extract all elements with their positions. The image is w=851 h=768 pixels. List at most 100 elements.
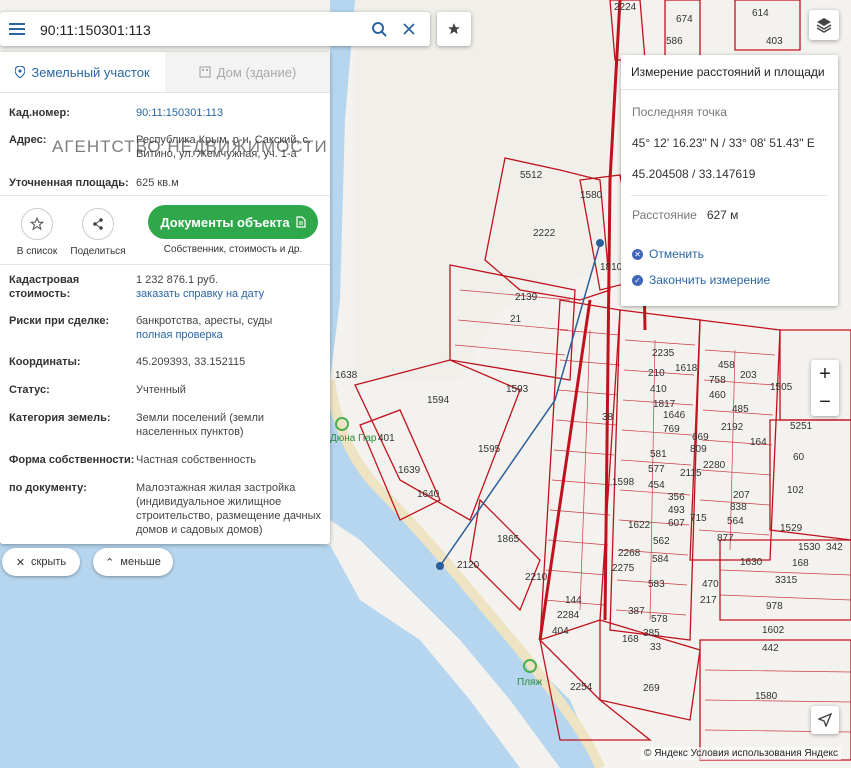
ownership-value: Частная собственность (136, 454, 257, 466)
svg-text:1595: 1595 (478, 444, 501, 455)
order-certificate-link[interactable]: заказать справку на дату (136, 287, 322, 301)
svg-text:669: 669 (692, 432, 709, 443)
svg-text:38: 38 (602, 412, 614, 423)
finish-measure-button[interactable]: ✓ Закончить измерение (632, 273, 770, 287)
bydoc-value: Малоэтажная жилая застройка (индивидуаль… (136, 482, 322, 536)
svg-text:2224: 2224 (614, 2, 637, 13)
risk-row: Риски при сделке: банкротства, аресты, с… (9, 314, 322, 342)
search-input[interactable] (38, 16, 342, 44)
svg-text:2120: 2120 (457, 560, 480, 571)
area-row: Уточненная площадь: 625 кв.м (9, 176, 322, 190)
less-button[interactable]: ⌃ меньше (93, 548, 173, 576)
svg-text:102: 102 (787, 485, 804, 496)
finish-label: Закончить измерение (649, 273, 771, 287)
tab-land-plot[interactable]: Земельный участок (0, 52, 165, 92)
svg-text:1817: 1817 (653, 399, 676, 410)
add-to-list-label: В список (16, 246, 58, 257)
svg-text:1638: 1638 (335, 370, 358, 381)
distance-row: Расстояние 627 м (632, 208, 738, 222)
search-bar (0, 12, 430, 46)
svg-text:2280: 2280 (703, 460, 726, 471)
cadnum-row: Кад.номер: 90:11:150301:113 (9, 106, 322, 120)
search-icon[interactable] (366, 16, 392, 42)
svg-text:1598: 1598 (612, 477, 635, 488)
svg-text:1865: 1865 (497, 534, 520, 545)
address-row: Адрес: Республика Крым, р-н. Сакский, с.… (9, 133, 322, 161)
svg-text:564: 564 (727, 516, 744, 527)
pin-icon (15, 66, 26, 78)
address-value: Республика Крым, р-н. Сакский, с. Витино… (136, 134, 312, 160)
svg-text:401: 401 (378, 433, 395, 444)
cadnum-value[interactable]: 90:11:150301:113 (136, 106, 322, 120)
svg-text:838: 838 (730, 502, 747, 513)
svg-text:454: 454 (648, 480, 665, 491)
svg-text:33: 33 (650, 642, 662, 653)
tab-house[interactable]: Дом (здание) (165, 52, 330, 92)
svg-text:2139: 2139 (515, 292, 538, 303)
documents-subtitle: Собственник, стоимость и др. (163, 244, 303, 255)
building-icon (199, 66, 211, 78)
svg-text:2192: 2192 (721, 422, 744, 433)
category-row: Категория земель: Земли поселений (земли… (9, 411, 322, 439)
divider (0, 264, 330, 265)
svg-text:168: 168 (792, 558, 809, 569)
cost-label: Кадастровая стоимость: (9, 274, 80, 300)
coords-label: Координаты: (9, 356, 81, 368)
share-button[interactable]: Поделиться (68, 208, 128, 257)
chevron-up-icon: ⌃ (105, 556, 115, 569)
layers-button[interactable] (809, 10, 839, 40)
svg-text:1646: 1646 (663, 410, 686, 421)
svg-text:2235: 2235 (652, 348, 675, 359)
zoom-in-button[interactable]: + (811, 360, 839, 388)
svg-text:210: 210 (648, 368, 665, 379)
coords-row: Координаты: 45.209393, 33.152115 (9, 355, 322, 369)
category-label: Категория земель: (9, 412, 111, 424)
svg-text:1618: 1618 (675, 363, 698, 374)
svg-text:493: 493 (668, 505, 685, 516)
svg-text:674: 674 (676, 14, 693, 25)
svg-text:5512: 5512 (520, 170, 543, 181)
svg-text:562: 562 (653, 536, 670, 547)
cost-row: Кадастровая стоимость: 1 232 876.1 руб. з… (9, 273, 322, 301)
category-value: Земли поселений (земли населенных пункто… (136, 412, 265, 438)
svg-text:2275: 2275 (612, 563, 635, 574)
ownership-label: Форма собственности: (9, 454, 135, 466)
close-icon[interactable] (396, 16, 422, 42)
svg-text:577: 577 (648, 464, 665, 475)
svg-text:1810: 1810 (600, 262, 623, 273)
divider (0, 195, 330, 196)
share-label: Поделиться (70, 246, 126, 257)
favorite-button[interactable] (437, 12, 471, 46)
geolocation-button[interactable] (811, 706, 839, 734)
ownership-row: Форма собственности: Частная собственнос… (9, 453, 322, 467)
svg-text:758: 758 (709, 375, 726, 386)
share-icon (93, 218, 103, 230)
cancel-measure-button[interactable]: ✕ Отменить (632, 247, 704, 261)
divider (631, 195, 828, 196)
add-to-list-button[interactable]: В список (14, 208, 60, 257)
hide-button[interactable]: ✕ скрыть (2, 548, 80, 576)
svg-text:168: 168 (622, 634, 639, 645)
documents-label: Документы объекта (160, 214, 290, 230)
area-label: Уточненная площадь: (9, 177, 129, 189)
svg-text:5251: 5251 (790, 421, 813, 432)
zoom-out-button[interactable]: − (811, 388, 839, 416)
hide-label: скрыть (31, 556, 67, 568)
distance-label: Расстояние (632, 208, 697, 222)
distance-value: 627 м (706, 208, 739, 222)
close-icon: ✕ (15, 556, 26, 569)
svg-text:1593: 1593 (506, 384, 529, 395)
svg-text:1529: 1529 (780, 523, 803, 534)
svg-text:410: 410 (650, 384, 667, 395)
object-documents-button[interactable]: Документы объекта (148, 205, 318, 239)
svg-text:460: 460 (709, 390, 726, 401)
full-check-link[interactable]: полная проверка (136, 328, 322, 342)
svg-text:385: 385 (643, 628, 660, 639)
risk-label: Риски при сделке: (9, 315, 110, 327)
menu-icon[interactable] (0, 12, 34, 46)
map-attribution[interactable]: © Яндекс Условия использования Яндекс (641, 747, 841, 760)
svg-text:978: 978 (766, 601, 783, 612)
svg-text:144: 144 (565, 595, 582, 606)
parcel-info-panel: Земельный участок Дом (здание) АГЕНТСТВО… (0, 52, 330, 544)
svg-text:356: 356 (668, 492, 685, 503)
